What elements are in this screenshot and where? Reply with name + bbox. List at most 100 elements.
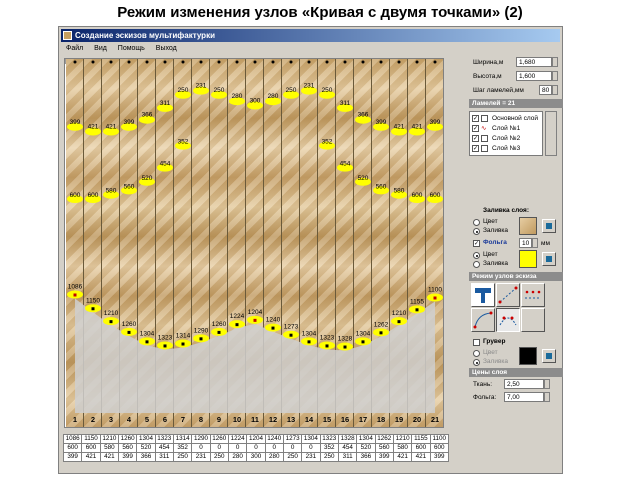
foil-color-radio[interactable] xyxy=(473,252,480,259)
fill-pick-button[interactable] xyxy=(542,219,556,233)
app-icon xyxy=(63,31,72,40)
layers-list: ✓ Основной слой ✓ ∿ Слой №1 ✓ Слой №2 ✓ … xyxy=(469,111,543,156)
lower-node-value: 1273 xyxy=(284,324,299,331)
node-marker[interactable] xyxy=(253,318,257,322)
node-marker[interactable] xyxy=(91,307,95,311)
table-cell: 580 xyxy=(392,443,413,453)
node-marker[interactable] xyxy=(343,345,347,349)
nodes-overlay[interactable]: 3996001086142160011502421580121033995601… xyxy=(65,59,444,428)
column-number: 14 xyxy=(305,415,314,424)
upper-node-value: 399 xyxy=(376,119,387,126)
node-marker[interactable] xyxy=(397,320,401,324)
layer-label: Основной слой xyxy=(492,115,538,122)
node-marker[interactable] xyxy=(289,333,293,337)
fill-color-radio[interactable] xyxy=(473,219,480,226)
foil-color-swatch[interactable] xyxy=(519,250,537,268)
table-cell: 231 xyxy=(301,452,321,462)
foil-spin[interactable] xyxy=(532,238,538,248)
layer-checkbox[interactable]: ✓ xyxy=(472,135,479,142)
column-number: 3 xyxy=(109,415,113,424)
mode-curve-button[interactable] xyxy=(471,308,495,332)
node-marker[interactable] xyxy=(433,296,437,300)
upper-node-value: 280 xyxy=(232,93,243,100)
node-marker[interactable] xyxy=(217,330,221,334)
node-marker[interactable] xyxy=(307,340,311,344)
node-marker[interactable] xyxy=(163,344,167,348)
fill-texture-swatch[interactable] xyxy=(519,217,537,235)
lower-node-value: 1328 xyxy=(338,336,353,343)
height-spin[interactable] xyxy=(552,71,558,81)
fill-texture-radio[interactable] xyxy=(473,228,480,235)
gruver-checkbox[interactable] xyxy=(473,339,480,346)
top-hook xyxy=(163,60,167,64)
height-field[interactable]: 1,600 xyxy=(516,71,552,81)
node-marker[interactable] xyxy=(145,340,149,344)
gruver-texture-radio[interactable] xyxy=(473,359,480,366)
middle-node-value: 600 xyxy=(412,192,423,199)
gruver-color-swatch[interactable] xyxy=(519,347,537,365)
node-marker[interactable] xyxy=(73,293,77,297)
foil-field[interactable]: 10 xyxy=(519,238,532,248)
upper-node-value: 366 xyxy=(142,112,153,119)
table-row: 399 421 421 399 366 311 250 231 250 280 300 280 250 2… xyxy=(62,452,450,462)
step-field[interactable]: 80 xyxy=(539,85,552,95)
layer-swatch xyxy=(481,115,488,122)
gruver-color-radio[interactable] xyxy=(473,350,480,357)
gruver-pick-button[interactable] xyxy=(542,349,556,363)
foil-pick-button[interactable] xyxy=(542,252,556,266)
foil-checkbox[interactable]: ✓ xyxy=(473,240,480,247)
top-hook xyxy=(433,60,437,64)
layer-label: Слой №3 xyxy=(492,145,521,152)
mode-flat-button[interactable] xyxy=(471,283,495,307)
top-hook xyxy=(91,60,95,64)
window-title: Создание эскизов мультифактурки xyxy=(75,31,215,40)
fabric-price-spin[interactable] xyxy=(544,379,550,389)
table-cell: 421 xyxy=(81,452,101,462)
layer-checkbox[interactable]: ✓ xyxy=(472,115,479,122)
fabric-price-field[interactable]: 2,50 xyxy=(504,379,544,389)
mode-line-button[interactable] xyxy=(496,283,520,307)
column-number: 9 xyxy=(217,415,221,424)
node-marker[interactable] xyxy=(127,330,131,334)
foil-price-field[interactable]: 7,00 xyxy=(504,392,544,402)
node-marker[interactable] xyxy=(271,326,275,330)
lower-node-value: 1260 xyxy=(122,321,137,328)
column-number: 20 xyxy=(413,415,421,424)
node-marker[interactable] xyxy=(181,342,185,346)
menu-view[interactable]: Вид xyxy=(94,45,107,52)
menu-exit[interactable]: Выход xyxy=(156,45,177,52)
width-field[interactable]: 1,680 xyxy=(516,57,552,67)
step-spin[interactable] xyxy=(552,85,558,95)
top-hook xyxy=(289,60,293,64)
table-cell: 250 xyxy=(319,452,339,462)
node-marker[interactable] xyxy=(325,344,329,348)
node-marker[interactable] xyxy=(379,331,383,335)
upper-node-value: 250 xyxy=(178,87,189,94)
node-marker[interactable] xyxy=(199,337,203,341)
table-cell: 300 xyxy=(246,452,266,462)
menu-help[interactable]: Помощь xyxy=(118,45,145,52)
foil-price-spin[interactable] xyxy=(544,392,550,402)
node-marker[interactable] xyxy=(361,340,365,344)
mode-points-button[interactable] xyxy=(521,283,545,307)
table-cell: 454 xyxy=(337,443,358,453)
sketch-canvas[interactable]: 399 600 1086 1 421 600 1150 2 421 580 1210 3 399 560 1… xyxy=(64,58,444,428)
column-number: 21 xyxy=(431,415,439,424)
palette-icon xyxy=(546,353,552,359)
mode-empty-button[interactable] xyxy=(521,308,545,332)
node-marker[interactable] xyxy=(109,320,113,324)
table-cell: 560 xyxy=(117,443,138,453)
fill-color-label: Цвет xyxy=(483,218,498,225)
layer-label: Слой №1 xyxy=(492,125,521,132)
node-marker[interactable] xyxy=(235,323,239,327)
layer-checkbox[interactable]: ✓ xyxy=(472,145,479,152)
layers-scrollbar[interactable] xyxy=(545,111,557,156)
table-cell: 366 xyxy=(356,452,376,462)
mode-two-point-curve-button[interactable] xyxy=(496,308,520,332)
layer-checkbox[interactable]: ✓ xyxy=(472,125,479,132)
node-marker[interactable] xyxy=(415,308,419,312)
top-hook xyxy=(325,60,329,64)
foil-texture-radio[interactable] xyxy=(473,261,480,268)
menu-file[interactable]: Файл xyxy=(66,45,83,52)
width-spin[interactable] xyxy=(552,57,558,67)
